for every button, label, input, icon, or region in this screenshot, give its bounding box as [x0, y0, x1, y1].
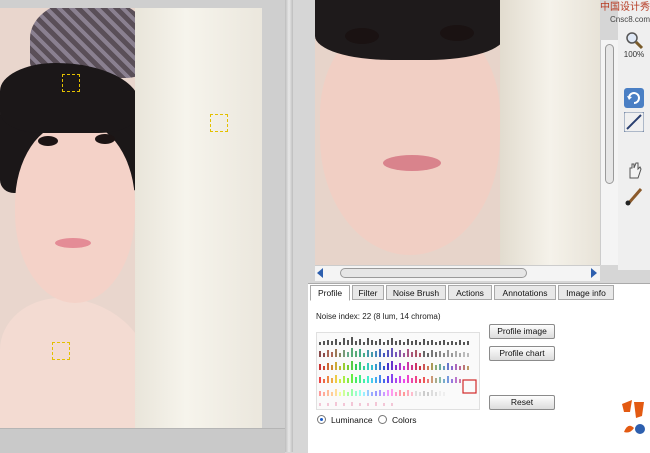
- original-image[interactable]: [0, 8, 262, 428]
- tab-noise-brush[interactable]: Noise Brush: [386, 285, 446, 300]
- tab-annotations[interactable]: Annotations: [494, 285, 556, 300]
- zoom-level: 100%: [623, 50, 645, 59]
- selected-cell-marker: [462, 379, 477, 394]
- brush-icon[interactable]: [624, 186, 644, 206]
- filtered-preview-image[interactable]: [315, 0, 600, 265]
- panel-tabs: Profile Filter Noise Brush Actions Annot…: [308, 285, 650, 301]
- colors-label: Colors: [392, 415, 417, 425]
- profile-chart-button[interactable]: Profile chart: [489, 346, 555, 361]
- scroll-right-icon[interactable]: [591, 268, 597, 278]
- horizontal-scrollbar[interactable]: [315, 265, 600, 281]
- colors-radio[interactable]: [378, 415, 387, 424]
- profile-image-button[interactable]: Profile image: [489, 324, 555, 339]
- zoom-icon[interactable]: [624, 30, 644, 50]
- reset-button[interactable]: Reset: [489, 395, 555, 410]
- vertical-scrollbar[interactable]: [600, 40, 619, 265]
- brand-logo: [622, 400, 648, 436]
- noise-profile-chart[interactable]: [316, 332, 480, 410]
- scroll-left-icon[interactable]: [317, 268, 323, 278]
- hand-icon[interactable]: [624, 160, 644, 180]
- noise-sample-region[interactable]: [62, 74, 80, 92]
- adjust-icon[interactable]: [624, 112, 644, 132]
- noise-sample-region[interactable]: [52, 342, 70, 360]
- noise-profile-bars: [319, 337, 477, 406]
- scroll-thumb[interactable]: [340, 268, 527, 278]
- watermark: 中国设计秀 Cnsc8.com: [565, 2, 650, 32]
- noise-index-readout: Noise index: 22 (8 lum, 14 chroma): [316, 312, 441, 321]
- scroll-thumb[interactable]: [605, 44, 614, 184]
- tab-profile[interactable]: Profile: [310, 285, 350, 301]
- watermark-url: Cnsc8.com: [609, 15, 650, 24]
- tab-filter[interactable]: Filter: [352, 285, 384, 300]
- left-pane-footer: [0, 428, 285, 453]
- luminance-radio[interactable]: [317, 415, 326, 424]
- watermark-title: 中国设计秀: [600, 2, 650, 13]
- tool-strip: [618, 0, 650, 270]
- tab-image-info[interactable]: Image info: [558, 285, 614, 300]
- pane-splitter[interactable]: [285, 0, 293, 452]
- noise-sample-region[interactable]: [210, 114, 228, 132]
- rotate-icon[interactable]: [624, 88, 644, 108]
- luminance-label: Luminance: [331, 415, 373, 425]
- tab-actions[interactable]: Actions: [448, 285, 492, 300]
